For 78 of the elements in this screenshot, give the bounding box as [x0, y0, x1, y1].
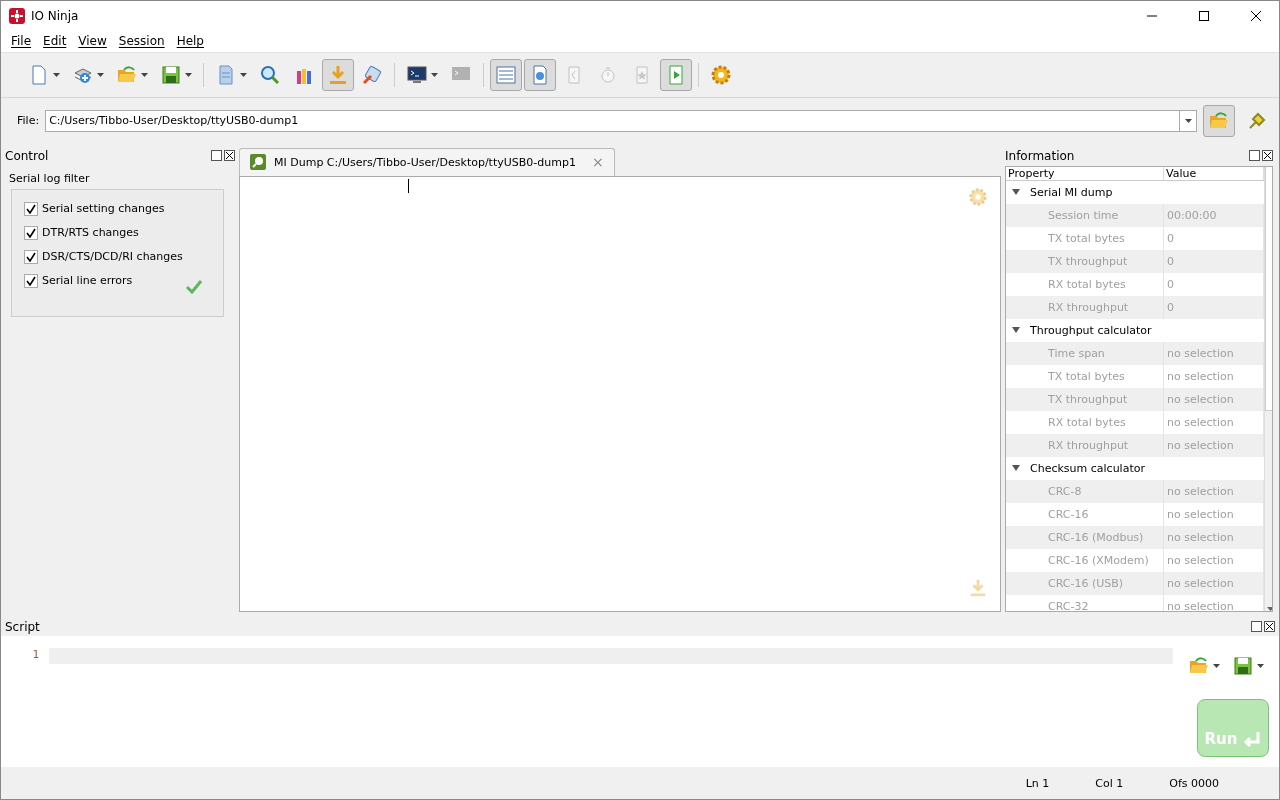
checkbox-label: Serial setting changes [42, 202, 165, 216]
float-button[interactable] [1251, 621, 1262, 633]
property-cell: CRC-16 (XModem) [1006, 548, 1164, 572]
search-document-icon [250, 154, 266, 171]
close-icon [1251, 11, 1261, 21]
list-view-icon [495, 63, 517, 86]
expander-icon[interactable] [1012, 465, 1020, 472]
status-text: Ofs 0000 [1169, 776, 1219, 790]
group-title: Serial log filter [9, 171, 91, 185]
caret-icon [431, 72, 438, 77]
caret-icon [1257, 663, 1264, 668]
property-cell: TX total bytes [1006, 364, 1164, 388]
menu-item[interactable]: Session [112, 34, 171, 49]
caret-icon [141, 72, 148, 77]
checkbox-label: DTR/RTS changes [42, 226, 139, 240]
property-cell: CRC-16 (Modbus) [1006, 525, 1164, 549]
checkbox-label: DSR/CTS/DCD/RI changes [42, 250, 183, 264]
window-title: IO Ninja [31, 9, 80, 23]
menu-item[interactable]: Edit [37, 34, 73, 49]
checkbox[interactable] [24, 249, 38, 264]
status-text: Ln 1 [1025, 776, 1050, 790]
scrollbar[interactable] [1264, 166, 1272, 611]
menu-item[interactable]: File [5, 34, 38, 49]
status-text: Col 1 [1095, 776, 1124, 790]
search-icon [259, 63, 281, 86]
file-label: File: [17, 114, 40, 128]
check-mark-icon [186, 279, 202, 294]
maximize-icon [1199, 11, 1209, 21]
group-name: Throughput calculator [1030, 323, 1152, 337]
property-cell: RX throughput [1006, 433, 1164, 457]
dropdown-button[interactable] [1179, 109, 1197, 132]
float-button[interactable] [211, 150, 222, 162]
download-icon [327, 63, 349, 86]
property-cell: CRC-8 [1006, 479, 1164, 503]
property-cell: RX total bytes [1006, 410, 1164, 434]
column-header[interactable]: Property [1006, 166, 1164, 180]
property-cell: TX total bytes [1006, 226, 1164, 250]
checkbox[interactable] [24, 201, 38, 216]
caret-icon [185, 72, 192, 77]
panel-title: Information [1005, 148, 1075, 163]
file-path-field[interactable]: C:/Users/Tibbo-User/Desktop/ttyUSB0-dump1 [45, 109, 1179, 132]
float-button[interactable] [1249, 150, 1260, 162]
caret-icon [53, 72, 60, 77]
checkbox[interactable] [24, 273, 38, 288]
close-button[interactable] [1264, 621, 1275, 633]
property-cell: CRC-16 [1006, 502, 1164, 526]
group-name: Serial MI dump [1030, 185, 1113, 199]
property-cell: CRC-16 (USB) [1006, 571, 1164, 595]
panel-title: Control [5, 148, 49, 163]
property-cell: TX throughput [1006, 249, 1164, 273]
checkbox-label: Serial line errors [42, 274, 133, 288]
caret-icon [1213, 663, 1220, 668]
panel-title: Script [5, 619, 40, 634]
caret-icon [240, 72, 247, 77]
line-number: 1 [31, 647, 39, 663]
property-cell: TX throughput [1006, 387, 1164, 411]
caret-icon [1184, 118, 1192, 123]
property-cell: Time span [1006, 341, 1164, 365]
scroll-down-icon[interactable] [1266, 606, 1272, 611]
document-tab[interactable]: MI Dump C:/Users/Tibbo-User/Desktop/ttyUSB0-dump1 × [239, 147, 615, 176]
enter-arrow-icon [1243, 732, 1262, 749]
gear-icon [710, 63, 732, 86]
close-button[interactable] [1262, 150, 1273, 162]
close-button[interactable] [224, 150, 235, 162]
menu-item[interactable]: Help [170, 34, 210, 49]
terminal-icon [406, 63, 428, 86]
open-file-button[interactable] [1203, 104, 1235, 137]
expander-icon[interactable] [1012, 327, 1020, 334]
app-logo-icon [9, 8, 25, 24]
group-name: Checksum calculator [1030, 461, 1145, 475]
property-cell: Session time [1006, 203, 1164, 227]
caret-icon [97, 72, 104, 77]
menu-item[interactable]: View [72, 34, 113, 49]
expander-icon[interactable] [1012, 189, 1020, 196]
property-cell: CRC-32 [1006, 594, 1164, 611]
checkbox[interactable] [24, 225, 38, 240]
property-cell: RX total bytes [1006, 272, 1164, 296]
property-cell: RX throughput [1006, 295, 1164, 319]
